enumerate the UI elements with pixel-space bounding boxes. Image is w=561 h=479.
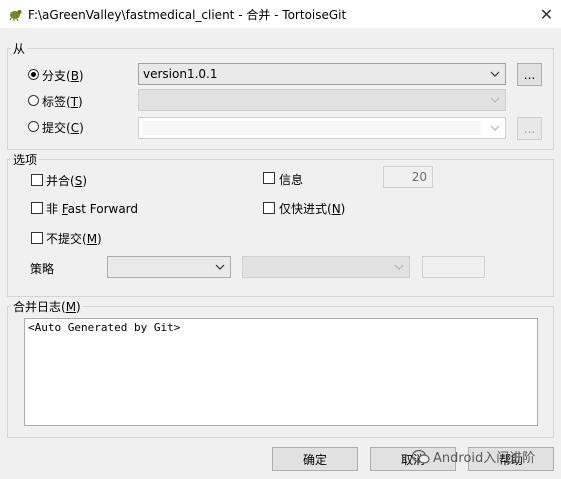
tag-radio[interactable] — [28, 95, 39, 106]
watermark-text: Android入门进阶 — [433, 451, 536, 466]
commit-browse-button[interactable]: ... — [517, 117, 542, 140]
strategy-param-field[interactable] — [422, 256, 485, 278]
tortoisegit-icon — [9, 10, 22, 21]
squash-checkbox[interactable] — [31, 174, 43, 186]
commit-radio[interactable] — [28, 121, 39, 132]
title-bar: F:\aGreenValley\fastmedical_client - 合并 … — [0, 0, 561, 28]
from-group-label: 从 — [11, 40, 28, 57]
commit-label: 提交(C) — [42, 121, 84, 135]
no-commit-label: 不提交(M) — [46, 232, 102, 246]
no-ff-label: 非 Fast Forward — [46, 202, 139, 216]
tag-select[interactable] — [138, 89, 506, 111]
commit-select-field — [143, 121, 481, 135]
commit-select[interactable] — [138, 117, 506, 139]
chevron-down-icon — [215, 264, 225, 270]
chevron-down-icon — [490, 125, 500, 131]
ok-button[interactable]: 确定 — [272, 447, 358, 471]
ff-only-checkbox[interactable] — [263, 202, 275, 214]
message-checkbox[interactable] — [263, 172, 275, 184]
branch-select-value: version1.0.1 — [143, 67, 218, 81]
chevron-down-icon — [394, 264, 404, 270]
options-group-label: 选项 — [11, 151, 40, 168]
merge-log-label: 合并日志(M) — [11, 298, 83, 315]
squash-label: 并合(S) — [46, 174, 87, 188]
window-title: F:\aGreenValley\fastmedical_client - 合并 … — [28, 8, 347, 22]
message-label: 信息 — [279, 173, 304, 187]
watermark: Android入门进阶 — [412, 447, 535, 466]
merge-log-textarea[interactable]: <Auto Generated by Git> — [24, 318, 538, 426]
close-button[interactable]: ✕ — [532, 0, 561, 28]
message-count-field[interactable]: 20 — [383, 166, 433, 188]
close-icon: ✕ — [539, 4, 554, 24]
branch-browse-button[interactable]: ... — [517, 63, 542, 86]
strategy-option-select[interactable] — [242, 256, 410, 278]
wechat-icon — [412, 449, 430, 464]
branch-select[interactable]: version1.0.1 — [138, 63, 506, 85]
ff-only-label: 仅快进式(N) — [279, 202, 346, 216]
branch-radio[interactable] — [28, 69, 39, 80]
strategy-select[interactable] — [107, 256, 231, 278]
branch-label: 分支(B) — [42, 69, 84, 83]
no-commit-checkbox[interactable] — [31, 232, 43, 244]
chevron-down-icon — [490, 97, 500, 103]
no-ff-checkbox[interactable] — [31, 202, 43, 214]
chevron-down-icon — [490, 71, 500, 77]
strategy-label: 策略 — [30, 262, 55, 276]
tag-label: 标签(T) — [42, 95, 83, 109]
